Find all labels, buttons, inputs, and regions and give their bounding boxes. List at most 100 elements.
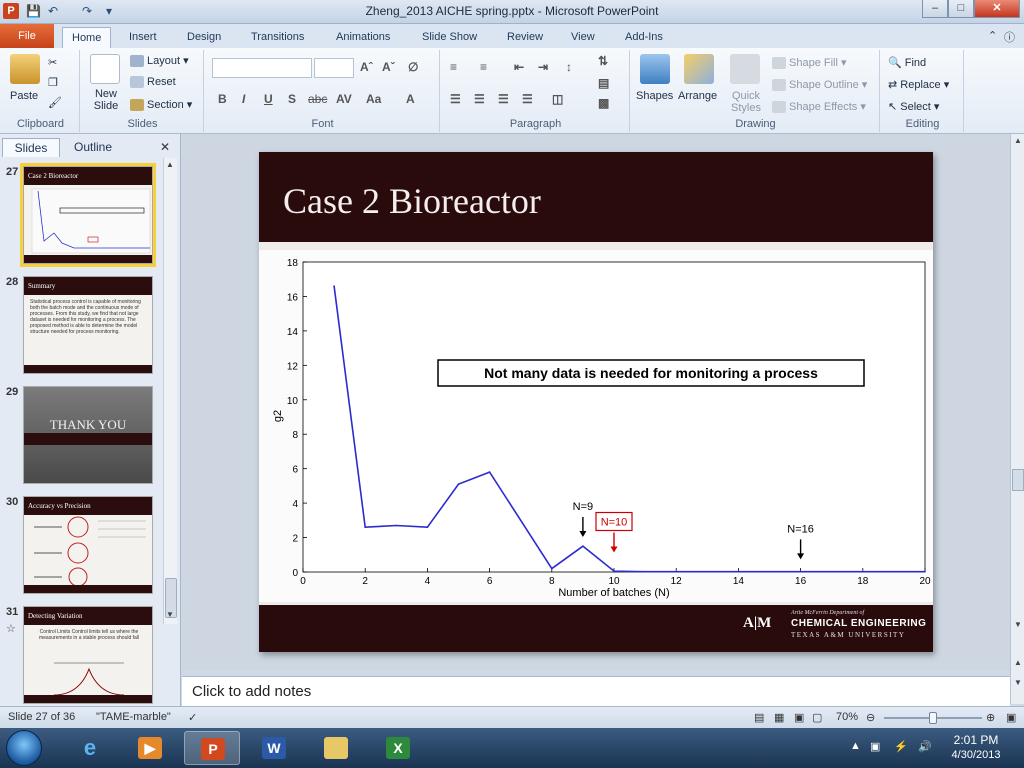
clock-date[interactable]: 4/30/2013 [944, 749, 1008, 761]
section-button[interactable]: Section ▾ [130, 98, 192, 112]
clear-formatting-icon[interactable]: ∅ [408, 60, 418, 74]
align-right-icon[interactable]: ☰ [498, 92, 509, 106]
decrease-indent-icon[interactable]: ⇤ [514, 60, 524, 74]
paste-button[interactable]: Paste [10, 90, 38, 102]
tab-design[interactable]: Design [178, 27, 230, 48]
copy-icon[interactable]: ❐ [48, 76, 58, 89]
format-painter-icon[interactable]: 🖌 [48, 96, 62, 109]
increase-indent-icon[interactable]: ⇥ [538, 60, 548, 74]
slides-scrollbar[interactable]: ▲ ▼ [163, 158, 177, 624]
select-button[interactable]: ↖ Select ▾ [888, 100, 939, 113]
taskbar-media-player[interactable]: ▶ [122, 731, 178, 765]
character-spacing-button[interactable]: AV [336, 92, 352, 106]
slide-thumbnail[interactable]: THANK YOU [23, 386, 153, 484]
align-text-icon[interactable]: ▤ [598, 76, 609, 90]
tab-add-ins[interactable]: Add-Ins [616, 27, 672, 48]
device-icon[interactable]: ▣ [870, 740, 880, 753]
spell-check-icon[interactable]: ✓ [188, 711, 197, 724]
taskbar-windows-explorer[interactable] [308, 731, 364, 765]
underline-button[interactable]: U [264, 92, 273, 106]
quick-styles-icon[interactable] [730, 54, 760, 84]
slide-thumbnail[interactable]: Detecting Variation Control Limits Contr… [23, 606, 153, 704]
taskbar-excel[interactable]: X [370, 731, 426, 765]
normal-view-icon[interactable]: ▤ [754, 711, 764, 724]
new-slide-button[interactable]: New Slide [88, 88, 124, 112]
editor-scrollbar[interactable]: ▲ ▼ ▲ ▼ [1010, 134, 1024, 704]
tab-animations[interactable]: Animations [327, 27, 399, 48]
clock-time[interactable]: 2:01 PM [944, 733, 1008, 747]
slide-show-icon[interactable]: ▢ [812, 711, 822, 724]
shape-effects-button[interactable]: Shape Effects ▾ [772, 100, 866, 114]
minimize-ribbon-icon[interactable]: ⌃ [988, 29, 997, 42]
slide-thumbnail[interactable]: Accuracy vs Precision [23, 496, 153, 594]
power-icon[interactable]: ⚡ [894, 740, 908, 753]
reading-view-icon[interactable]: ▣ [794, 711, 804, 724]
taskbar-powerpoint[interactable]: P [184, 731, 240, 765]
volume-icon[interactable]: 🔊 [918, 740, 932, 753]
slide-title[interactable]: Case 2 Bioreactor [283, 180, 541, 222]
shapes-icon[interactable] [640, 54, 670, 84]
align-left-icon[interactable]: ☰ [450, 92, 461, 106]
tab-home[interactable]: Home [62, 27, 112, 48]
close-panel-icon[interactable]: ✕ [160, 140, 170, 154]
bold-button[interactable]: B [218, 92, 227, 106]
reset-button[interactable]: Reset [130, 76, 176, 89]
previous-slide-icon[interactable]: ▲ [1014, 658, 1022, 667]
tab-file[interactable]: File [0, 24, 54, 48]
zoom-in-icon[interactable]: ⊕ [986, 711, 995, 724]
zoom-out-icon[interactable]: ⊖ [866, 711, 875, 724]
scroll-up-icon[interactable]: ▲ [1014, 136, 1022, 145]
layout-button[interactable]: Layout ▾ [130, 54, 189, 68]
zoom-slider-thumb[interactable] [929, 712, 937, 724]
columns-icon[interactable]: ◫ [552, 92, 563, 106]
close-button[interactable]: ✕ [974, 0, 1020, 18]
replace-button[interactable]: ⇄ Replace ▾ [888, 78, 949, 91]
justify-icon[interactable]: ☰ [522, 92, 533, 106]
quick-styles-button[interactable]: Quick Styles [726, 90, 766, 114]
scroll-down-icon[interactable]: ▼ [1014, 620, 1022, 629]
align-center-icon[interactable]: ☰ [474, 92, 485, 106]
font-family-combo[interactable] [212, 58, 312, 78]
new-slide-icon[interactable] [90, 54, 120, 84]
tab-slides[interactable]: Slides [2, 138, 60, 157]
tab-insert[interactable]: Insert [120, 27, 166, 48]
slide-canvas[interactable]: Case 2 Bioreactor 0 2 4 6 8 10 12 14 16 18 20 0 2 4 6… [259, 152, 933, 652]
zoom-level[interactable]: 70% [836, 711, 858, 723]
shape-fill-button[interactable]: Shape Fill ▾ [772, 56, 847, 70]
scroll-up-icon[interactable]: ▲ [166, 160, 174, 169]
bullets-icon[interactable]: ≡ [450, 60, 457, 74]
arrange-icon[interactable] [684, 54, 714, 84]
start-button[interactable] [6, 730, 42, 766]
maximize-button[interactable]: □ [948, 0, 974, 18]
arrange-button[interactable]: Arrange [678, 90, 717, 102]
tab-transitions[interactable]: Transitions [242, 27, 313, 48]
slide-thumbnail[interactable]: Summary Statistical process control is c… [23, 276, 153, 374]
grow-font-icon[interactable]: Aˆ [360, 60, 373, 74]
numbering-icon[interactable]: ≡ [480, 60, 487, 74]
fit-to-window-icon[interactable]: ▣ [1006, 711, 1016, 724]
text-direction-icon[interactable]: ⇅ [598, 54, 608, 68]
paste-icon[interactable] [10, 54, 40, 84]
notes-placeholder[interactable]: Click to add notes [192, 683, 311, 700]
next-slide-icon[interactable]: ▼ [1014, 678, 1022, 687]
help-icon[interactable]: ⓘ [1004, 29, 1015, 45]
taskbar-internet-explorer[interactable]: e [62, 731, 118, 765]
cut-icon[interactable]: ✂ [48, 56, 57, 69]
slide-sorter-icon[interactable]: ▦ [774, 711, 784, 724]
tab-view[interactable]: View [562, 27, 604, 48]
tab-slide-show[interactable]: Slide Show [413, 27, 486, 48]
font-size-combo[interactable] [314, 58, 354, 78]
show-hidden-icons-icon[interactable]: ▲ [850, 740, 861, 752]
tab-review[interactable]: Review [498, 27, 552, 48]
font-color-button[interactable]: A [406, 92, 415, 106]
tab-outline[interactable]: Outline [60, 138, 126, 157]
slide-thumbnail[interactable]: Case 2 Bioreactor [20, 163, 156, 267]
minimize-button[interactable]: – [922, 0, 948, 18]
smartart-icon[interactable]: ▩ [598, 96, 609, 110]
line-spacing-icon[interactable]: ↕ [566, 60, 572, 74]
notes-pane[interactable]: Click to add notes [182, 676, 1010, 706]
scroll-thumb[interactable] [1012, 469, 1024, 491]
shrink-font-icon[interactable]: Aˇ [382, 60, 395, 74]
taskbar-word[interactable]: W [246, 731, 302, 765]
change-case-button[interactable]: Aa [366, 92, 381, 106]
